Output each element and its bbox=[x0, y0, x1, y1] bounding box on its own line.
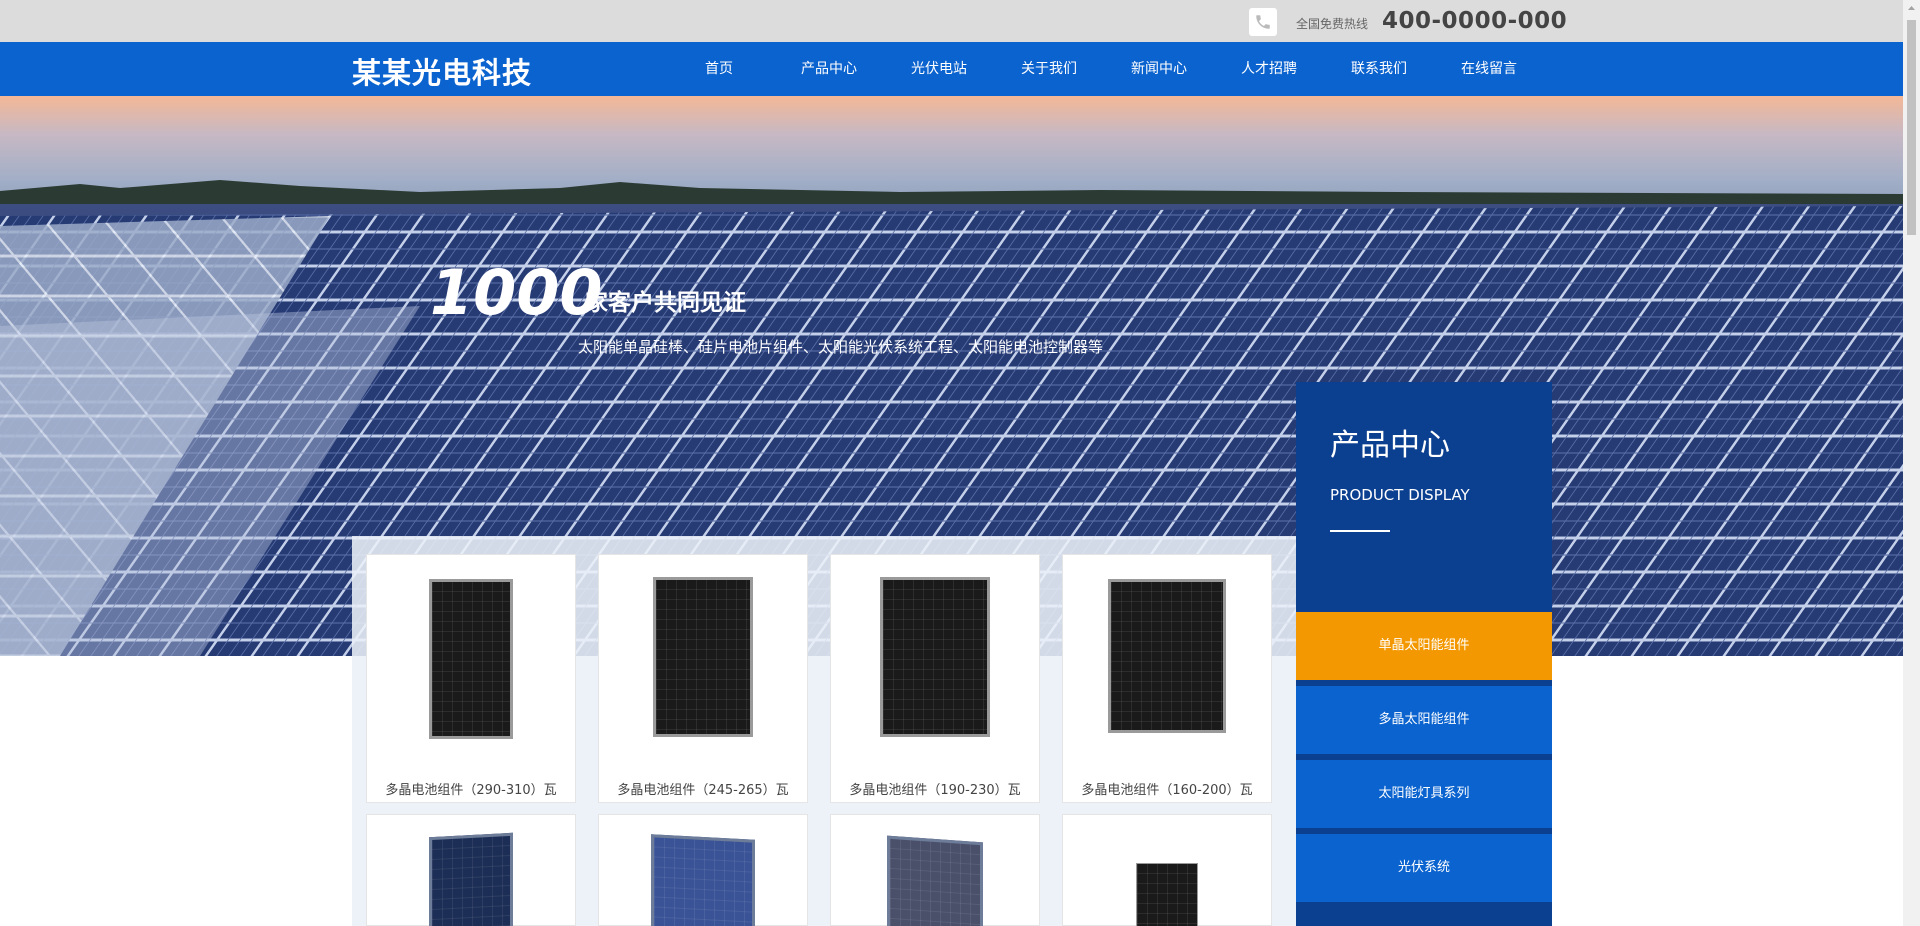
nav-item-careers[interactable]: 人才招聘 bbox=[1214, 42, 1324, 96]
product-image bbox=[880, 577, 990, 737]
sidebar-divider bbox=[1330, 530, 1390, 532]
nav-item-message[interactable]: 在线留言 bbox=[1434, 42, 1544, 96]
hotline-number: 400-0000-000 bbox=[1382, 8, 1568, 34]
main-nav: 首页 产品中心 光伏电站 关于我们 新闻中心 人才招聘 联系我们 在线留言 bbox=[664, 42, 1544, 96]
product-category-sidebar: 产品中心 PRODUCT DISPLAY 单晶太阳能组件 多晶太阳能组件 太阳能… bbox=[1296, 382, 1552, 926]
product-card[interactable] bbox=[598, 814, 808, 926]
sidebar-title: 产品中心 bbox=[1330, 428, 1450, 463]
product-image bbox=[651, 834, 755, 926]
product-name[interactable]: 多晶电池组件（290-310）瓦 bbox=[367, 779, 575, 798]
banner-title: 家客户共同见证 bbox=[585, 290, 746, 316]
nav-item-products[interactable]: 产品中心 bbox=[774, 42, 884, 96]
product-card[interactable] bbox=[366, 814, 576, 926]
product-card[interactable]: 多晶电池组件（245-265）瓦 bbox=[598, 554, 808, 803]
main-navbar: 某某光电科技 首页 产品中心 光伏电站 关于我们 新闻中心 人才招聘 联系我们 … bbox=[0, 42, 1903, 96]
product-image bbox=[887, 835, 983, 926]
nav-item-news[interactable]: 新闻中心 bbox=[1104, 42, 1214, 96]
product-name[interactable]: 多晶电池组件（245-265）瓦 bbox=[599, 779, 807, 798]
product-image bbox=[1136, 863, 1198, 926]
scroll-thumb[interactable] bbox=[1907, 20, 1916, 235]
product-card[interactable]: 多晶电池组件（160-200）瓦 bbox=[1062, 554, 1272, 803]
nav-item-contact[interactable]: 联系我们 bbox=[1324, 42, 1434, 96]
hotline-label: 全国免费热线 bbox=[1296, 17, 1369, 31]
sidebar-item-pv-system[interactable]: 光伏系统 bbox=[1296, 834, 1552, 902]
product-image bbox=[653, 577, 753, 737]
banner-subtitle: 太阳能单晶硅棒、硅片电池片组件、太阳能光伏系统工程、太阳能电池控制器等 bbox=[578, 338, 1104, 356]
product-image bbox=[1108, 579, 1226, 733]
product-image bbox=[429, 832, 513, 926]
scroll-up-arrow-icon[interactable] bbox=[1903, 0, 1920, 17]
nav-item-home[interactable]: 首页 bbox=[664, 42, 774, 96]
phone-icon bbox=[1249, 8, 1277, 36]
nav-item-pv-station[interactable]: 光伏电站 bbox=[884, 42, 994, 96]
product-card[interactable]: 多晶电池组件（190-230）瓦 bbox=[830, 554, 1040, 803]
product-name[interactable]: 多晶电池组件（160-200）瓦 bbox=[1063, 779, 1271, 798]
product-card[interactable] bbox=[830, 814, 1040, 926]
sidebar-item-solar-lamps[interactable]: 太阳能灯具系列 bbox=[1296, 760, 1552, 828]
sidebar-item-poly-modules[interactable]: 多晶太阳能组件 bbox=[1296, 686, 1552, 754]
sidebar-item-mono-modules[interactable]: 单晶太阳能组件 bbox=[1296, 612, 1552, 680]
product-image bbox=[429, 579, 513, 739]
nav-item-about[interactable]: 关于我们 bbox=[994, 42, 1104, 96]
product-card[interactable]: 多晶电池组件（290-310）瓦 bbox=[366, 554, 576, 803]
banner-number: 1000 bbox=[430, 256, 603, 329]
sidebar-subtitle: PRODUCT DISPLAY bbox=[1330, 486, 1470, 504]
page: 全国免费热线 400-0000-000 某某光电科技 首页 产品中心 光伏电站 … bbox=[0, 0, 1920, 926]
product-name[interactable]: 多晶电池组件（190-230）瓦 bbox=[831, 779, 1039, 798]
product-card[interactable] bbox=[1062, 814, 1272, 926]
site-logo[interactable]: 某某光电科技 bbox=[352, 50, 532, 92]
page-scrollbar[interactable] bbox=[1903, 0, 1920, 926]
top-bar: 全国免费热线 400-0000-000 bbox=[0, 0, 1903, 42]
product-grid: 多晶电池组件（290-310）瓦 多晶电池组件（245-265）瓦 多晶电池组件… bbox=[352, 536, 1296, 926]
